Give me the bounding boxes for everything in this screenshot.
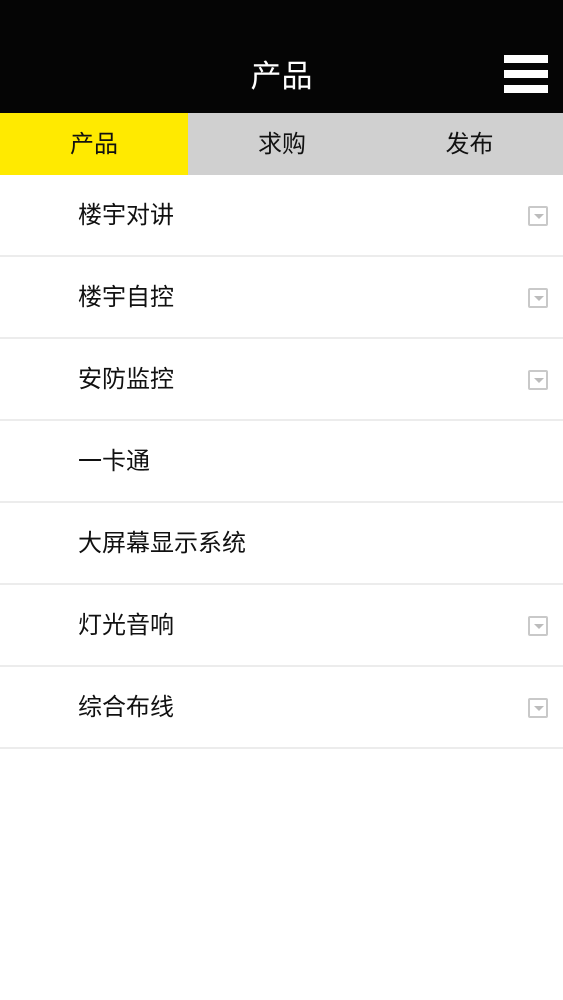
chevron-down-icon[interactable] [528, 206, 548, 226]
list-item-label: 灯光音响 [78, 611, 174, 639]
tab-publish[interactable]: 发布 [376, 113, 563, 175]
list-item-structured-cabling[interactable]: 综合布线 [0, 667, 563, 749]
top-header: 产品 [0, 0, 563, 113]
list-item-lighting-audio[interactable]: 灯光音响 [0, 585, 563, 667]
menu-bar [504, 70, 548, 78]
list-item-security-monitoring[interactable]: 安防监控 [0, 339, 563, 421]
chevron-down-icon[interactable] [528, 616, 548, 636]
list-item-label: 一卡通 [78, 447, 150, 475]
list-item-large-screen-display[interactable]: 大屏幕显示系统 [0, 503, 563, 585]
list-item-label: 大屏幕显示系统 [78, 529, 246, 557]
page-title: 产品 [250, 59, 313, 95]
hamburger-menu-icon[interactable] [504, 55, 548, 95]
list-item-label: 楼宇自控 [78, 283, 174, 311]
tab-bar: 产品 求购 发布 [0, 113, 563, 175]
list-item-label: 安防监控 [78, 365, 174, 393]
list-item-label: 综合布线 [78, 693, 174, 721]
chevron-down-icon[interactable] [528, 698, 548, 718]
list-item-label: 楼宇对讲 [78, 201, 174, 229]
chevron-down-icon[interactable] [528, 288, 548, 308]
list-item-building-intercom[interactable]: 楼宇对讲 [0, 175, 563, 257]
menu-bar [504, 55, 548, 63]
list-item-card-system[interactable]: 一卡通 [0, 421, 563, 503]
category-list: 楼宇对讲 楼宇自控 安防监控 一卡通 大屏幕显示系统 灯光音响 综合布线 [0, 175, 563, 749]
tab-buy-requests[interactable]: 求购 [188, 113, 376, 175]
list-item-building-automation[interactable]: 楼宇自控 [0, 257, 563, 339]
tab-products[interactable]: 产品 [0, 113, 188, 175]
menu-bar [504, 85, 548, 93]
chevron-down-icon[interactable] [528, 370, 548, 390]
